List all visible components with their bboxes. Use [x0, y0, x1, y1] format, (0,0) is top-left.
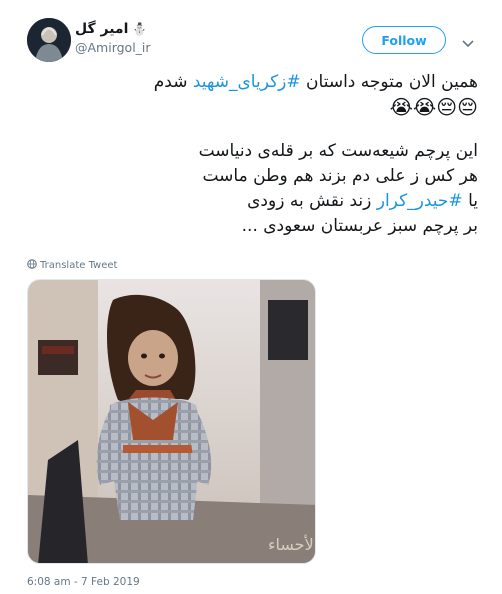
snowman-icon: ⛄ — [132, 22, 148, 36]
tweet-line-4: هر کس ز علی دم بزند هم وطن ماست — [202, 166, 478, 186]
svg-text:الأحساء: الأحساء — [268, 534, 316, 554]
display-name[interactable]: امیر گل — [75, 21, 128, 37]
hashtag-link[interactable]: #زکریای_شهید — [193, 72, 301, 92]
tweet-line-1: همین الان متوجه داستان #زکریای_شهید شدم — [153, 72, 478, 92]
hashtag-link[interactable]: #حیدر_کرار — [377, 191, 463, 211]
author-name-row[interactable]: امیر گل ⛄ — [75, 21, 147, 37]
translate-label[interactable]: Translate Tweet — [40, 260, 117, 271]
globe-icon — [27, 259, 37, 272]
translate-tweet-link[interactable]: Translate Tweet — [27, 259, 117, 272]
emoji-group: 😭😭😔😔 — [389, 95, 478, 119]
tweet-line-6: بر پرچم سبز عربستان سعودی ... — [241, 216, 478, 236]
tweet-line-5: یا #حیدر_کرار زند نقش به زودی — [247, 191, 478, 211]
tweet-text: همین الان متوجه داستان #زکریای_شهید شدم … — [38, 70, 478, 239]
user-handle[interactable]: @Amirgol_ir — [75, 40, 151, 55]
avatar[interactable] — [27, 18, 71, 62]
follow-button[interactable]: Follow — [362, 26, 446, 54]
tweet-photo[interactable]: الأحساء — [27, 279, 316, 564]
chevron-down-icon[interactable] — [462, 34, 474, 53]
tweet-timestamp[interactable]: 6:08 am - 7 Feb 2019 — [27, 576, 140, 588]
tweet-line-emojis: 😭😭😔😔 — [38, 95, 478, 122]
tweet-line-3: این پرچم شیعه‌ست که بر قله‌ی دنیاست — [198, 141, 478, 161]
